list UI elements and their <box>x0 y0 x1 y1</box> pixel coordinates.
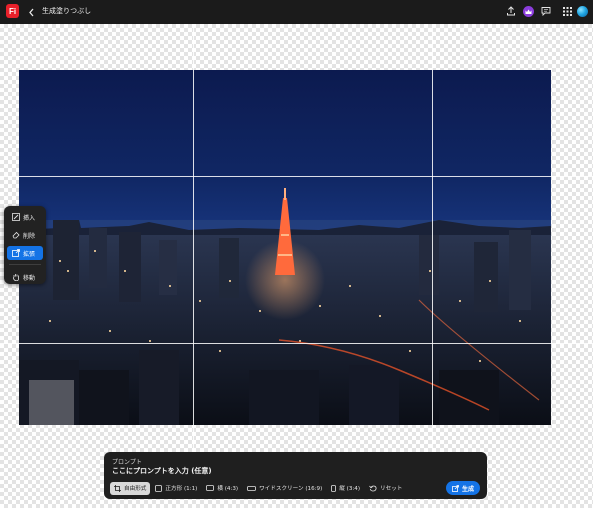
ratio-landscape[interactable]: 横 (4:3) <box>202 482 242 495</box>
ratio-freeform[interactable]: 自由形式 <box>110 481 151 495</box>
generate-label: 生成 <box>461 485 474 493</box>
grid-line <box>193 27 194 459</box>
back-button[interactable] <box>25 5 37 19</box>
page-title: 生成塗りつぶし <box>42 7 92 15</box>
comment-icon <box>541 7 551 16</box>
tool-insert[interactable]: 挿入 <box>7 210 43 224</box>
reset-button[interactable]: リセット <box>365 482 406 495</box>
city-night-image <box>19 188 551 425</box>
avatar[interactable] <box>577 6 588 17</box>
ratio-label: リセット <box>380 486 403 492</box>
app-logo[interactable]: Fi <box>6 4 19 18</box>
upload-icon <box>507 6 515 16</box>
ratio-label: 正方形 (1:1) <box>165 486 198 492</box>
tool-label: 移動 <box>23 274 36 282</box>
square-icon <box>155 484 163 492</box>
comment-button[interactable] <box>540 5 552 17</box>
tool-label: 挿入 <box>23 214 36 222</box>
grid-line <box>0 343 593 344</box>
premium-button[interactable] <box>523 6 534 17</box>
apps-button[interactable] <box>561 5 573 17</box>
ratio-label: 自由形式 <box>124 486 147 492</box>
hand-icon <box>11 273 20 282</box>
chevron-left-icon <box>28 8 33 16</box>
tool-label: 拡張 <box>23 250 36 258</box>
landscape-icon <box>206 485 215 491</box>
portrait-icon <box>331 484 337 492</box>
crop-icon <box>114 484 121 492</box>
ratio-square[interactable]: 正方形 (1:1) <box>151 482 201 495</box>
tool-panel: 挿入 削除 拡張 移動 <box>4 206 46 284</box>
divider <box>9 264 41 265</box>
grid-line <box>432 27 433 459</box>
ratio-label: 縦 (3:4) <box>339 486 361 492</box>
ratio-label: 横 (4:3) <box>217 486 239 492</box>
insert-brush-icon <box>11 213 20 222</box>
top-bar: Fi 生成塗りつぶし <box>0 0 593 24</box>
apps-grid-icon <box>562 6 572 16</box>
prompt-input[interactable] <box>112 466 472 476</box>
widescreen-icon <box>247 485 256 491</box>
eraser-icon <box>11 231 20 240</box>
ratio-label: ワイドスクリーン (16:9) <box>259 486 323 492</box>
generate-button[interactable]: 生成 <box>446 481 480 495</box>
generate-icon <box>452 484 459 492</box>
expand-icon <box>11 249 20 258</box>
prompt-bar: プロンプト 自由形式 正方形 (1:1) 横 (4:3) ワイドスクリーン (1… <box>104 452 487 499</box>
crown-icon <box>525 9 532 14</box>
aspect-ratio-options: 自由形式 正方形 (1:1) 横 (4:3) ワイドスクリーン (16:9) 縦… <box>110 481 407 495</box>
ratio-widescreen[interactable]: ワイドスクリーン (16:9) <box>243 482 326 495</box>
prompt-label: プロンプト <box>112 459 142 466</box>
tool-move[interactable]: 移動 <box>7 270 43 284</box>
grid-line <box>0 176 593 177</box>
ratio-portrait[interactable]: 縦 (3:4) <box>327 482 364 495</box>
tool-expand[interactable]: 拡張 <box>7 246 43 260</box>
canvas-image[interactable] <box>19 70 551 425</box>
tool-remove[interactable]: 削除 <box>7 228 43 242</box>
upload-button[interactable] <box>505 5 517 17</box>
tool-label: 削除 <box>23 232 36 240</box>
reset-icon <box>369 485 377 492</box>
